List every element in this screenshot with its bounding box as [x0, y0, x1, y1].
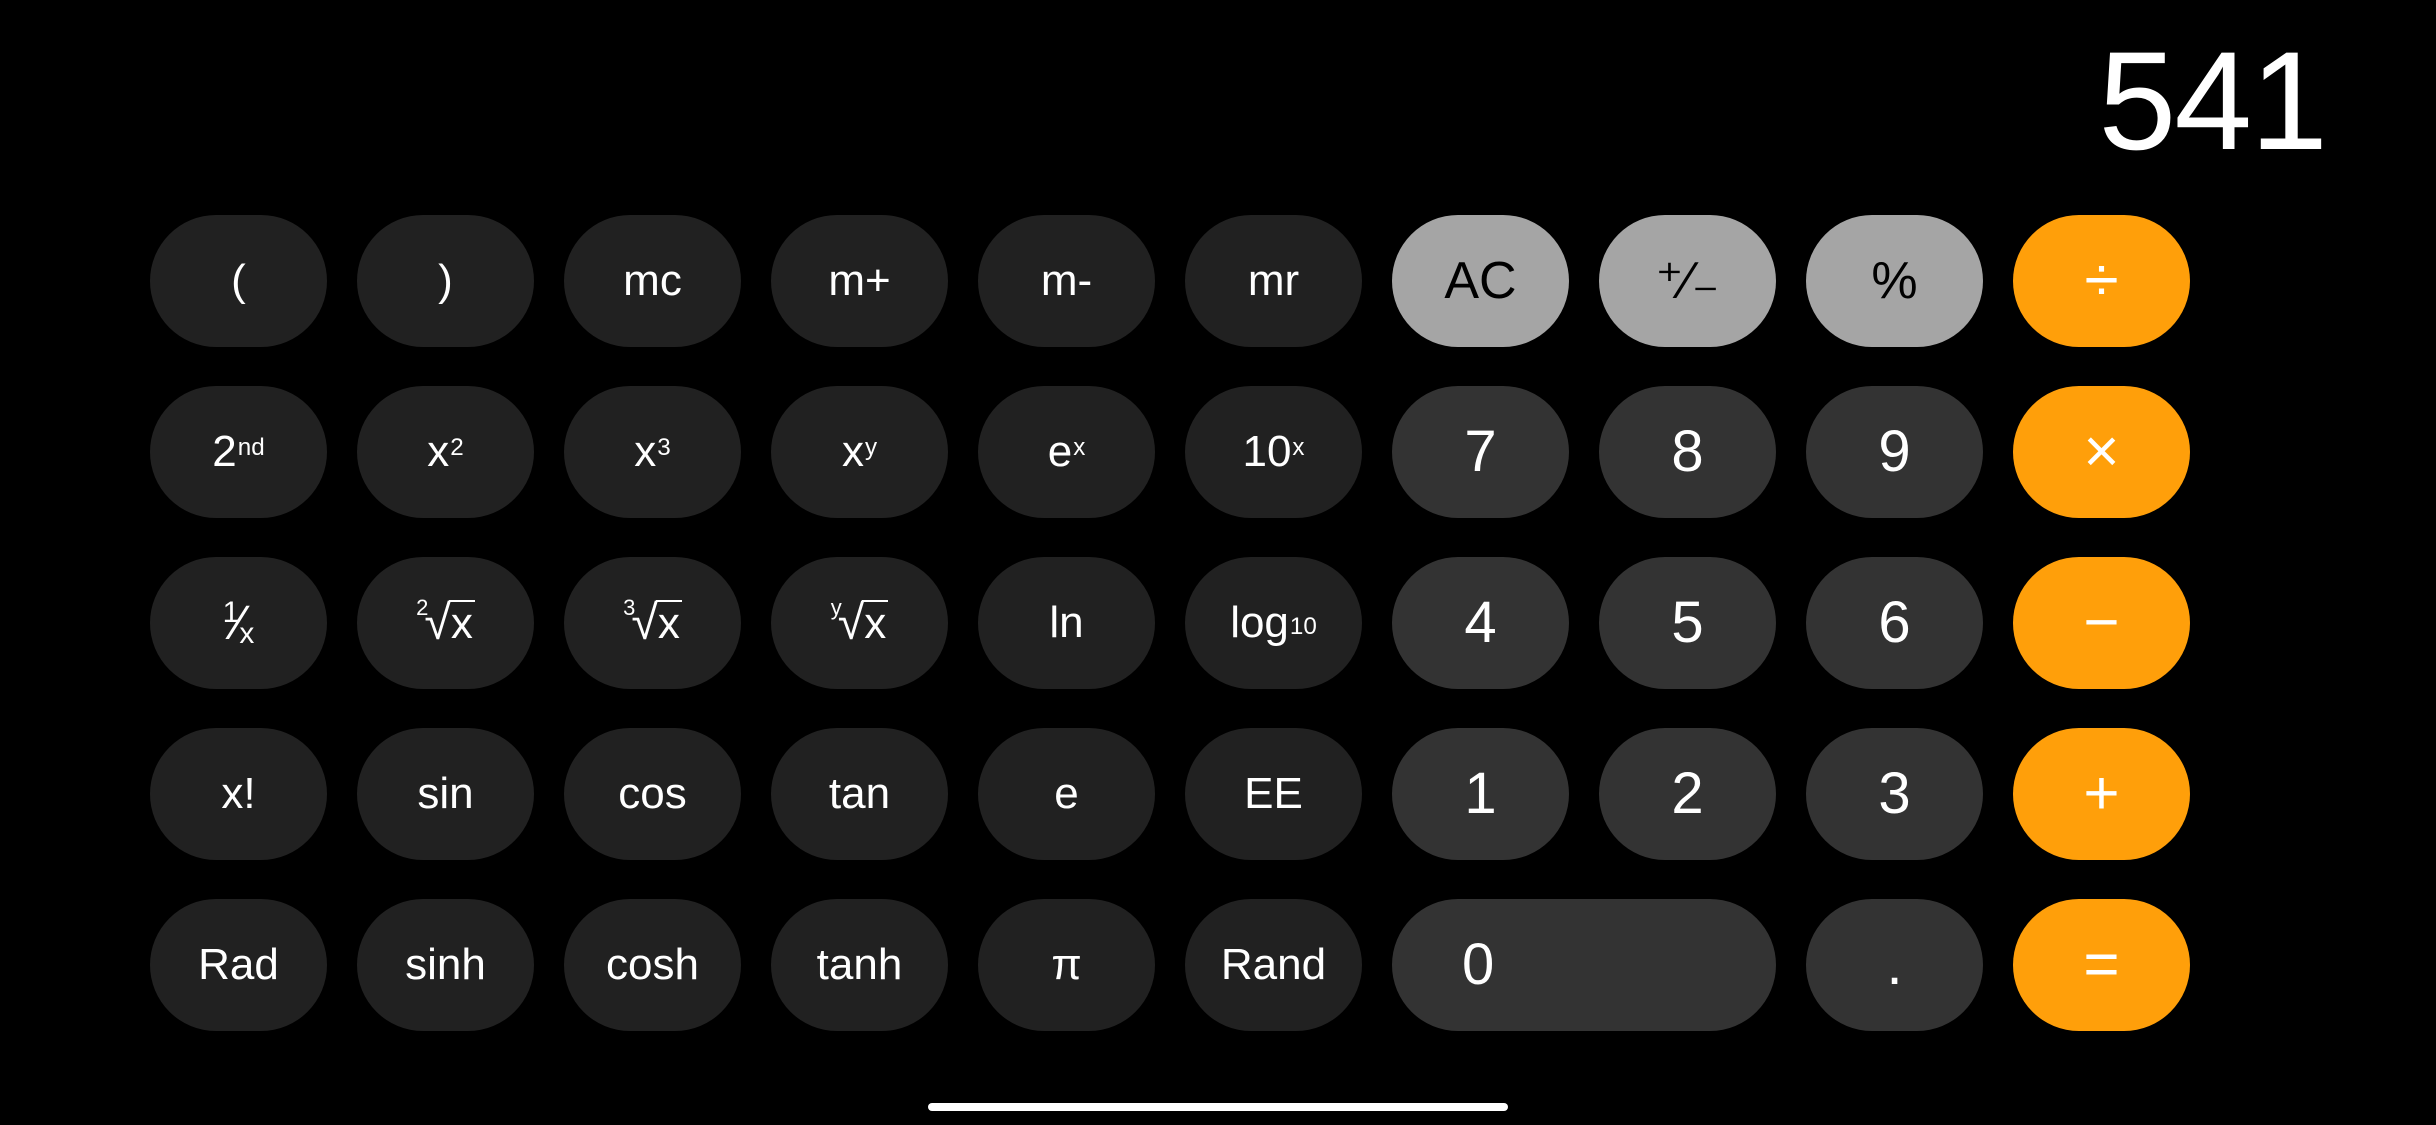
memory-minus-button[interactable]: m- — [978, 215, 1155, 347]
e-constant-button[interactable]: e — [978, 728, 1155, 860]
label-base: x — [842, 430, 864, 474]
label-base: 2 — [212, 430, 236, 474]
digit-5-button[interactable]: 5 — [1599, 557, 1776, 689]
label-exp: nd — [238, 436, 265, 460]
label-base: log — [1230, 601, 1289, 645]
digit-7-button[interactable]: 7 — [1392, 386, 1569, 518]
fraction-denominator: x — [239, 619, 254, 649]
minus-button[interactable]: − — [2013, 557, 2190, 689]
equals-button[interactable]: = — [2013, 899, 2190, 1031]
all-clear-button[interactable]: AC — [1392, 215, 1569, 347]
right-paren-button[interactable]: ) — [357, 215, 534, 347]
root-arg: x — [656, 600, 682, 646]
label-sub: 10 — [1290, 615, 1317, 639]
rand-button[interactable]: Rand — [1185, 899, 1362, 1031]
ten-to-x-button[interactable]: 10x — [1185, 386, 1362, 518]
root-label: 2 √ x — [416, 599, 475, 647]
label-base: x — [427, 430, 449, 474]
e-to-x-button[interactable]: ex — [978, 386, 1155, 518]
pi-button[interactable]: π — [978, 899, 1155, 1031]
sin-button[interactable]: sin — [357, 728, 534, 860]
root-index: 2 — [416, 597, 428, 619]
digit-8-button[interactable]: 8 — [1599, 386, 1776, 518]
label-exp: 2 — [450, 436, 463, 460]
fraction-label: 1 ⁄ x — [223, 599, 255, 648]
memory-clear-button[interactable]: mc — [564, 215, 741, 347]
digit-1-button[interactable]: 1 — [1392, 728, 1569, 860]
multiply-button[interactable]: × — [2013, 386, 2190, 518]
cube-root-button[interactable]: 3 √ x — [564, 557, 741, 689]
left-paren-button[interactable]: ( — [150, 215, 327, 347]
root-label: y √ x — [831, 599, 889, 647]
memory-plus-button[interactable]: m+ — [771, 215, 948, 347]
digit-6-button[interactable]: 6 — [1806, 557, 1983, 689]
square-root-button[interactable]: 2 √ x — [357, 557, 534, 689]
root-index: 3 — [623, 597, 635, 619]
root-arg: x — [449, 600, 475, 646]
digit-0-button[interactable]: 0 — [1392, 899, 1776, 1031]
x-to-y-button[interactable]: xy — [771, 386, 948, 518]
label-exp: y — [865, 436, 877, 460]
root-index: y — [831, 597, 842, 619]
negate-button[interactable]: ⁺∕₋ — [1599, 215, 1776, 347]
tanh-button[interactable]: tanh — [771, 899, 948, 1031]
digit-3-button[interactable]: 3 — [1806, 728, 1983, 860]
sinh-button[interactable]: sinh — [357, 899, 534, 1031]
digit-9-button[interactable]: 9 — [1806, 386, 1983, 518]
percent-button[interactable]: % — [1806, 215, 1983, 347]
decimal-button[interactable]: . — [1806, 899, 1983, 1031]
digit-4-button[interactable]: 4 — [1392, 557, 1569, 689]
plus-button[interactable]: + — [2013, 728, 2190, 860]
root-label: 3 √ x — [623, 599, 682, 647]
label-base: e — [1048, 430, 1072, 474]
digit-2-button[interactable]: 2 — [1599, 728, 1776, 860]
root-arg: x — [862, 600, 888, 646]
memory-recall-button[interactable]: mr — [1185, 215, 1362, 347]
factorial-button[interactable]: x! — [150, 728, 327, 860]
label-exp: x — [1073, 436, 1085, 460]
cos-button[interactable]: cos — [564, 728, 741, 860]
keypad: ( ) mc m+ m- mr AC ⁺∕₋ % ÷ 2nd x2 x3 xy … — [150, 215, 2190, 1031]
tan-button[interactable]: tan — [771, 728, 948, 860]
natural-log-button[interactable]: ln — [978, 557, 1155, 689]
ee-button[interactable]: EE — [1185, 728, 1362, 860]
label-base: 10 — [1242, 430, 1291, 474]
second-function-button[interactable]: 2nd — [150, 386, 327, 518]
home-indicator[interactable] — [928, 1103, 1508, 1111]
y-root-button[interactable]: y √ x — [771, 557, 948, 689]
reciprocal-button[interactable]: 1 ⁄ x — [150, 557, 327, 689]
divide-button[interactable]: ÷ — [2013, 215, 2190, 347]
calculator-display: 541 — [2098, 20, 2326, 182]
x-squared-button[interactable]: x2 — [357, 386, 534, 518]
x-cubed-button[interactable]: x3 — [564, 386, 741, 518]
label-exp: x — [1292, 436, 1304, 460]
label-base: x — [634, 430, 656, 474]
rad-button[interactable]: Rad — [150, 899, 327, 1031]
cosh-button[interactable]: cosh — [564, 899, 741, 1031]
label-exp: 3 — [657, 436, 670, 460]
fraction-numerator: 1 — [223, 598, 240, 628]
log10-button[interactable]: log10 — [1185, 557, 1362, 689]
